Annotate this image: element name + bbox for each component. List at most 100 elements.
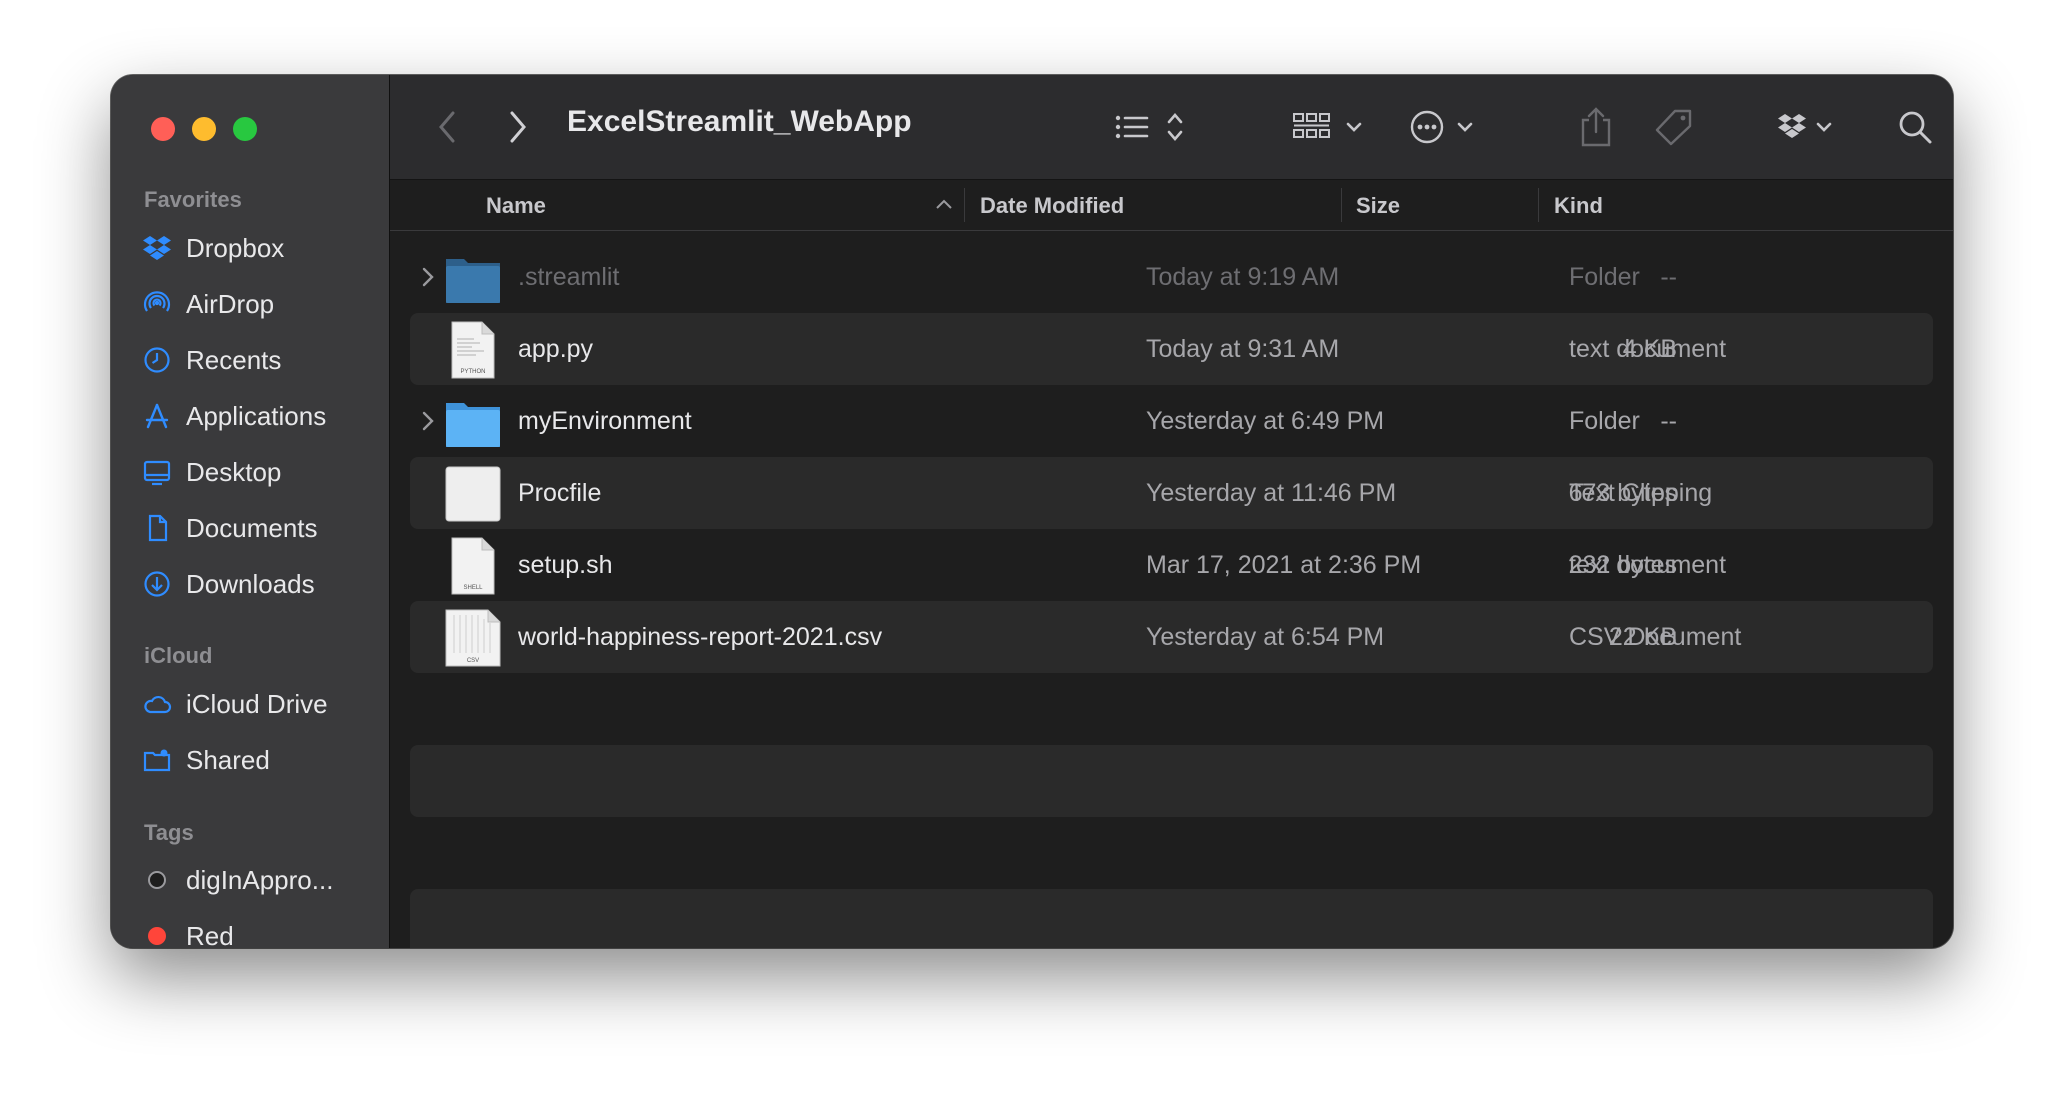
column-separator[interactable]: [1341, 188, 1342, 222]
search-button[interactable]: [1895, 103, 1935, 151]
column-separator[interactable]: [964, 188, 965, 222]
back-button[interactable]: [430, 103, 464, 151]
file-name: Procfile: [518, 479, 602, 507]
sidebar-item-desktop[interactable]: Desktop: [141, 451, 281, 493]
window-title: ExcelStreamlit_WebApp: [567, 105, 912, 138]
file-name: myEnvironment: [518, 407, 692, 435]
file-name: app.py: [518, 335, 594, 363]
dropbox-icon: [1778, 114, 1832, 138]
desktop-icon: [141, 456, 173, 488]
file-kind: text document: [1569, 551, 1727, 579]
download-icon: [141, 568, 173, 600]
file-name: world-happiness-report-2021.csv: [518, 623, 883, 651]
column-size-header[interactable]: Size: [1356, 193, 1400, 219]
file-name: setup.sh: [518, 551, 613, 579]
sidebar-item-documents[interactable]: Documents: [141, 507, 318, 549]
toolbar: ExcelStreamlit_WebApp: [390, 75, 1953, 180]
file-kind: Text Clipping: [1569, 479, 1713, 507]
file-name: .streamlit: [518, 263, 620, 291]
favorites-heading: Favorites: [144, 187, 242, 212]
sidebar-item-recents[interactable]: Recents: [141, 339, 281, 381]
file-date: Today at 9:31 AM: [1146, 335, 1340, 363]
table-row[interactable]: .streamlit Today at 9:19 AM -- Folder: [410, 241, 1933, 313]
table-row[interactable]: CSV world-happiness-report-2021.csv Yest…: [410, 601, 1933, 673]
minimize-window-button[interactable]: [192, 117, 216, 141]
text-clipping-icon: [445, 466, 501, 522]
disclosure-chevron-icon[interactable]: [420, 408, 436, 434]
sidebar-item-label: Red: [186, 920, 234, 949]
empty-row: [410, 889, 1933, 948]
share-button[interactable]: [1578, 103, 1614, 151]
sidebar-item-label: AirDrop: [186, 288, 275, 319]
zoom-window-button[interactable]: [233, 117, 257, 141]
sidebar-item-label: Recents: [186, 344, 282, 375]
tag-circle-icon: [141, 864, 173, 896]
sidebar-item-downloads[interactable]: Downloads: [141, 563, 315, 605]
sidebar-item-label: Desktop: [186, 456, 282, 487]
python-file-icon: PYTHON: [451, 321, 495, 379]
column-header: Name Date Modified Size Kind: [390, 180, 1953, 231]
search-icon: [1899, 111, 1932, 144]
disclosure-chevron-icon[interactable]: [420, 264, 436, 290]
dropbox-menu-button[interactable]: [1775, 103, 1841, 151]
file-date: Yesterday at 6:49 PM: [1146, 407, 1385, 435]
tag-button[interactable]: [1652, 103, 1696, 151]
tags-heading: Tags: [144, 820, 194, 845]
file-kind: CSV Document: [1569, 623, 1742, 651]
sidebar: Favorites Dropbox AirDrop Recents Applic…: [111, 75, 390, 948]
file-date: Yesterday at 11:46 PM: [1146, 479, 1397, 507]
sidebar-item-label: Shared: [186, 744, 270, 775]
chevron-right-icon: [510, 111, 526, 143]
view-options-button[interactable]: [1112, 103, 1192, 151]
file-badge: CSV: [467, 658, 479, 664]
cloud-icon: [141, 688, 173, 720]
sidebar-item-shared[interactable]: Shared: [141, 739, 270, 781]
clock-icon: [141, 344, 173, 376]
file-badge: SHELL: [463, 585, 483, 591]
document-icon: [141, 512, 173, 544]
sidebar-item-label: Downloads: [186, 568, 315, 599]
column-name-header[interactable]: Name: [486, 193, 546, 219]
table-row[interactable]: myEnvironment Yesterday at 6:49 PM -- Fo…: [410, 385, 1933, 457]
sidebar-item-airdrop[interactable]: AirDrop: [141, 283, 274, 325]
file-date: Today at 9:19 AM: [1146, 263, 1340, 291]
file-size: --: [1660, 263, 1677, 291]
sidebar-item-icloud-drive[interactable]: iCloud Drive: [141, 683, 328, 725]
red-tag-circle-icon: [141, 920, 173, 948]
tag-icon: [1655, 109, 1692, 146]
ellipsis-circle-icon: [1410, 110, 1473, 144]
column-separator[interactable]: [1538, 188, 1539, 222]
close-window-button[interactable]: [151, 117, 175, 141]
column-date-header[interactable]: Date Modified: [980, 193, 1124, 219]
folder-icon: [446, 259, 500, 303]
chevron-left-icon: [439, 111, 455, 143]
forward-button[interactable]: [501, 103, 535, 151]
sidebar-tag-diginappro[interactable]: digInAppro...: [141, 859, 333, 901]
shell-file-icon: SHELL: [451, 537, 495, 595]
sidebar-tag-red[interactable]: Red: [141, 915, 234, 948]
sidebar-item-dropbox[interactable]: Dropbox: [141, 227, 284, 269]
file-badge: PYTHON: [460, 369, 485, 375]
sort-ascending-icon[interactable]: [935, 198, 953, 210]
table-row[interactable]: Procfile Yesterday at 11:46 PM 673 bytes…: [410, 457, 1933, 529]
dropbox-icon: [141, 232, 173, 264]
airdrop-icon: [141, 288, 173, 320]
empty-row: [410, 745, 1933, 817]
column-kind-header[interactable]: Kind: [1554, 193, 1603, 219]
sidebar-item-applications[interactable]: Applications: [141, 395, 326, 437]
grid-group-icon: [1293, 113, 1362, 138]
group-button[interactable]: [1290, 103, 1370, 151]
table-row[interactable]: PYTHON app.py Today at 9:31 AM 4 KB text…: [410, 313, 1933, 385]
file-kind: Folder: [1569, 407, 1640, 435]
file-date: Mar 17, 2021 at 2:36 PM: [1146, 551, 1422, 579]
table-row[interactable]: SHELL setup.sh Mar 17, 2021 at 2:36 PM 2…: [410, 529, 1933, 601]
sidebar-item-label: Applications: [186, 400, 327, 431]
main-content: ExcelStreamlit_WebApp Name Date Modified…: [390, 75, 1953, 948]
sidebar-item-label: digInAppro...: [186, 864, 334, 895]
file-kind: Folder: [1569, 263, 1640, 291]
icloud-heading: iCloud: [144, 643, 213, 668]
action-menu-button[interactable]: [1407, 103, 1487, 151]
file-list: .streamlit Today at 9:19 AM -- Folder PY…: [390, 231, 1953, 948]
sidebar-item-label: Documents: [186, 512, 318, 543]
sidebar-item-label: Dropbox: [186, 232, 285, 263]
